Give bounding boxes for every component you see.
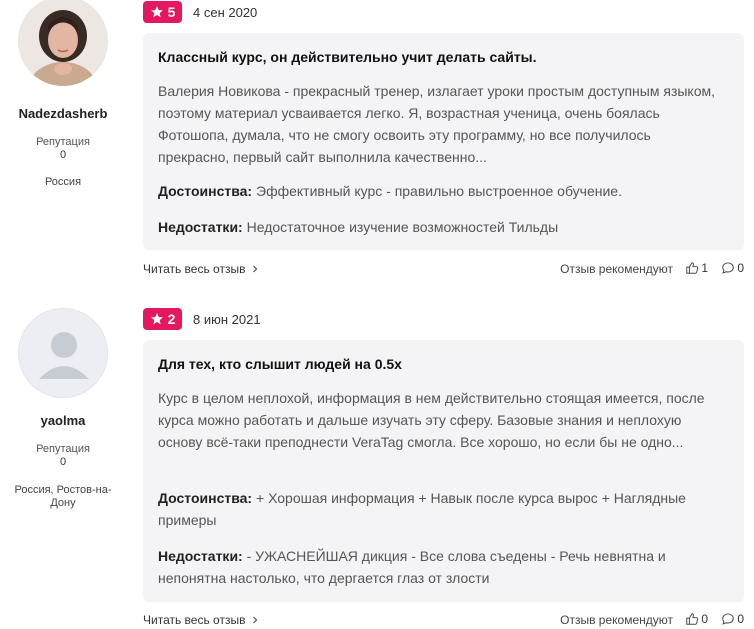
review-footer: Читать весь отзыв Отзыв рекомендуют 1 0: [143, 260, 744, 280]
review-body: Для тех, кто слышит людей на 0.5х Курс в…: [143, 340, 744, 602]
comment-icon: [722, 262, 735, 274]
review-title: Классный курс, он действительно учит дел…: [158, 49, 537, 65]
reputation-value: 0: [59, 149, 67, 161]
review-pros: Достоинства: + Хорошая информация + Навы…: [158, 487, 733, 531]
avatar[interactable]: [18, 0, 108, 86]
star-icon: [150, 6, 163, 18]
review-cons: Недостатки: - УЖАСНЕЙШАЯ дикция - Все сл…: [158, 545, 733, 589]
read-more-label: Читать весь отзыв: [143, 262, 246, 276]
cons-text: Недостаточное изучение возможностей Тиль…: [246, 219, 559, 235]
comment-count: 0: [737, 261, 744, 275]
read-more-link[interactable]: Читать весь отзыв: [143, 262, 259, 276]
avatar-photo-icon: [18, 0, 108, 86]
author-location: Россия, Ростов-на-Дону: [14, 484, 112, 509]
review-footer: Читать весь отзыв Отзыв рекомендуют 0 0: [143, 611, 744, 629]
rating-value: 2: [167, 311, 176, 327]
author-location: Россия: [44, 176, 82, 188]
pros-text: Эффективный курс - правильно выстроенное…: [256, 183, 622, 199]
comment-count: 0: [737, 612, 744, 626]
read-more-label: Читать весь отзыв: [143, 613, 246, 627]
author-name[interactable]: Nadezdasherb: [0, 106, 126, 121]
comment-button[interactable]: 0: [721, 612, 744, 626]
rating-badge: 5: [143, 1, 182, 23]
review-cons: Недостатки: Недостаточное изучение возмо…: [158, 216, 733, 238]
default-avatar-icon: [19, 309, 107, 397]
comment-button[interactable]: 0: [721, 261, 744, 275]
cons-label: Недостатки:: [158, 219, 243, 235]
review-pros: Достоинства: Эффективный курс - правильн…: [158, 180, 733, 202]
reputation-label: Репутация: [36, 136, 90, 148]
review-text: Валерия Новикова - прекрасный тренер, из…: [158, 83, 716, 165]
cons-label: Недостатки:: [158, 548, 243, 564]
reputation-label: Репутация: [36, 443, 90, 455]
like-count: 1: [701, 261, 708, 275]
review-text: Курс в целом неплохой, информация в нем …: [158, 390, 705, 450]
comment-icon: [722, 613, 735, 625]
review-date: 4 сен 2020: [193, 5, 258, 20]
review-body: Классный курс, он действительно учит дел…: [143, 33, 744, 250]
like-count: 0: [701, 612, 708, 626]
read-more-link[interactable]: Читать весь отзыв: [143, 613, 259, 627]
review-title: Для тех, кто слышит людей на 0.5х: [158, 356, 402, 372]
star-icon: [150, 313, 163, 325]
thumbs-up-icon: [686, 262, 699, 274]
recommend-label: Отзыв рекомендуют: [560, 262, 673, 276]
thumbs-up-icon: [686, 613, 699, 625]
chevron-right-icon: [253, 265, 258, 273]
review-date: 8 июн 2021: [193, 312, 261, 327]
author-name[interactable]: yaolma: [0, 413, 126, 428]
recommend-label: Отзыв рекомендуют: [560, 613, 673, 627]
chevron-right-icon: [253, 616, 258, 624]
pros-label: Достоинства:: [158, 183, 253, 199]
like-button[interactable]: 0: [685, 612, 708, 626]
pros-label: Достоинства:: [158, 490, 253, 506]
rating-badge: 2: [143, 308, 182, 330]
reputation-value: 0: [59, 456, 67, 468]
like-button[interactable]: 1: [685, 261, 708, 275]
avatar[interactable]: [18, 308, 108, 398]
rating-value: 5: [167, 4, 176, 20]
